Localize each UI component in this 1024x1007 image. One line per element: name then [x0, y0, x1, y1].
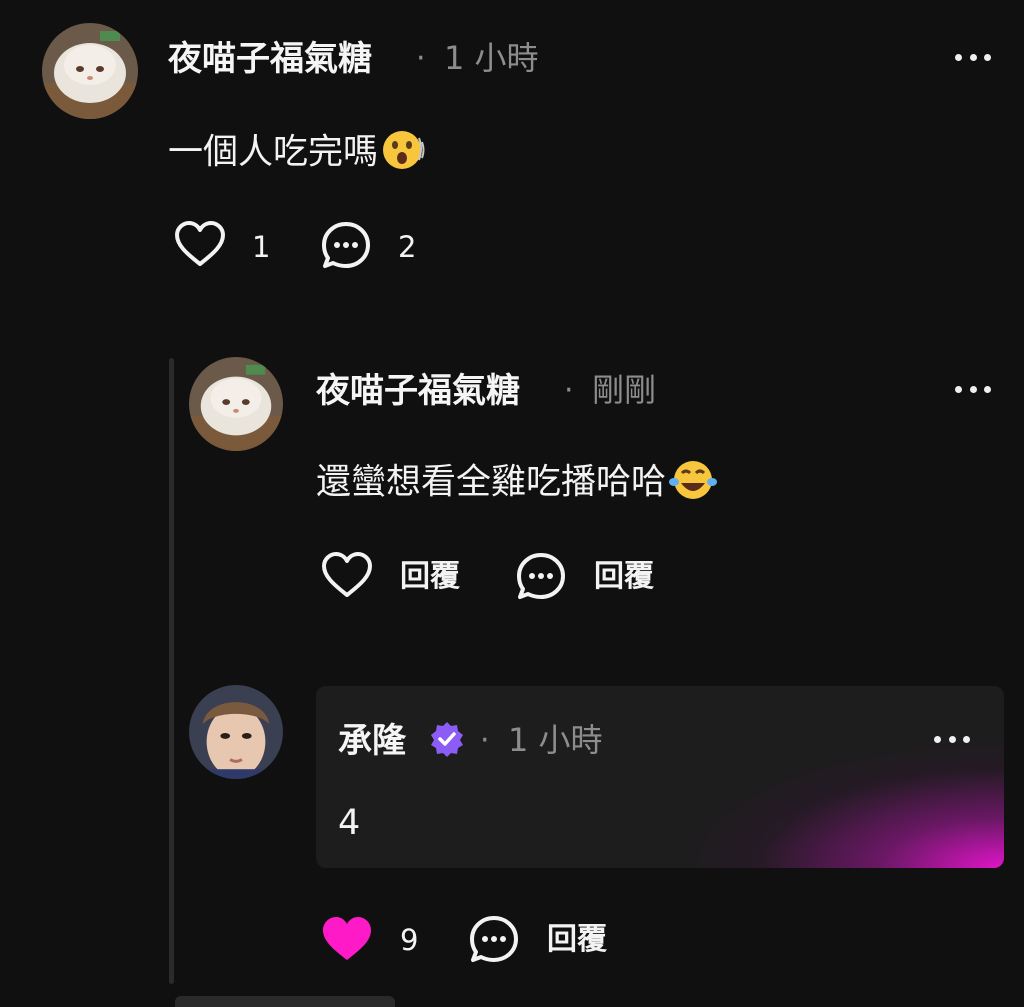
comment-text: 一個人吃完嗎: [168, 132, 379, 173]
pinned-text: 4: [338, 803, 361, 843]
reply-author[interactable]: 夜喵子福氣糖: [316, 374, 520, 408]
avatar[interactable]: [189, 357, 283, 451]
reply-bubble-icon[interactable]: [468, 914, 520, 970]
reply-bubble-icon[interactable]: [320, 220, 372, 276]
reply-text: 還蠻想看全雞吃播哈哈: [316, 462, 667, 503]
cat-avatar-image: [42, 23, 138, 119]
avatar[interactable]: [42, 23, 138, 119]
tears-of-joy-icon: [668, 458, 718, 509]
like-heart-filled-icon[interactable]: [321, 915, 373, 967]
bottom-edge-bar: [175, 996, 395, 1007]
separator-dot: ·: [480, 723, 490, 758]
more-options-icon[interactable]: [955, 382, 991, 396]
more-options-icon[interactable]: [934, 732, 970, 746]
pinned-author[interactable]: 承隆: [338, 724, 406, 758]
like-label[interactable]: 回覆: [400, 562, 460, 592]
comment-time: 1 小時: [444, 39, 539, 77]
like-heart-icon[interactable]: [174, 220, 226, 272]
person-avatar-image: [189, 685, 283, 779]
separator-dot: ·: [564, 373, 574, 408]
thread-line: [169, 358, 174, 984]
like-heart-icon[interactable]: [321, 551, 373, 603]
astonished-face-icon: [380, 128, 426, 179]
reply-time: 剛剛: [592, 371, 657, 409]
separator-dot: ·: [416, 41, 426, 76]
reply-count: 2: [398, 230, 417, 264]
highlighted-reply-card[interactable]: 承隆 · 1 小時 4: [316, 686, 1004, 868]
like-count: 1: [252, 230, 271, 264]
pinned-time: 1 小時: [508, 721, 603, 759]
reply-text-row: 還蠻想看全雞吃播哈哈: [316, 458, 718, 509]
verified-badge-icon: [428, 720, 466, 762]
reply-label[interactable]: 回覆: [547, 925, 607, 955]
comment-author[interactable]: 夜喵子福氣糖: [168, 42, 372, 76]
avatar[interactable]: [189, 685, 283, 779]
reply-label[interactable]: 回覆: [594, 562, 654, 592]
cat-avatar-image: [189, 357, 283, 451]
comment-text-row: 一個人吃完嗎: [168, 128, 426, 179]
reply-bubble-icon[interactable]: [515, 551, 567, 607]
like-count: 9: [400, 923, 419, 957]
more-options-icon[interactable]: [955, 50, 991, 64]
